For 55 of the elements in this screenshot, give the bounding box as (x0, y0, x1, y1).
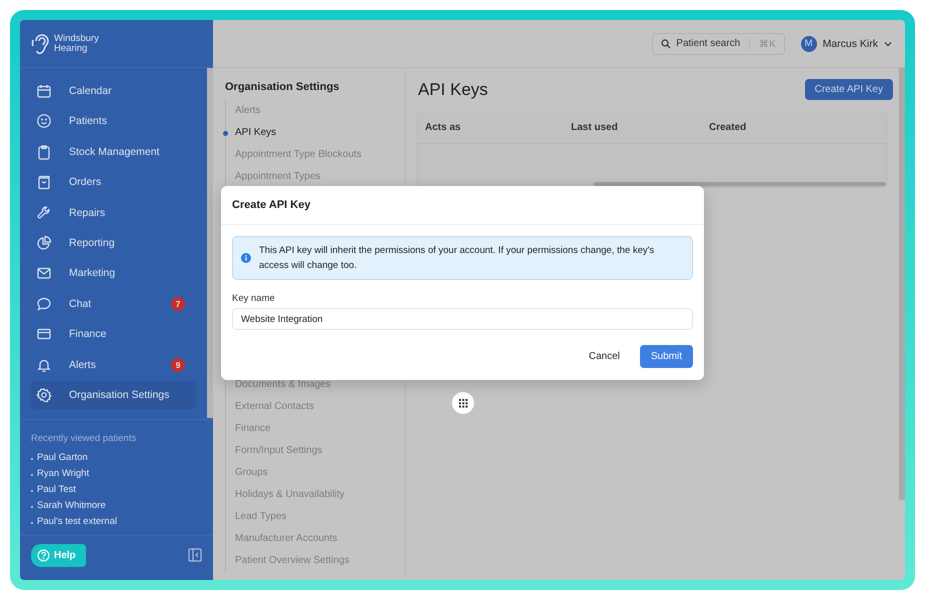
smiley-icon (36, 113, 52, 130)
sidebar-item[interactable]: Orders (31, 168, 196, 196)
user-avatar[interactable]: M (800, 36, 817, 52)
sidebar-item[interactable]: Chat 7 (31, 290, 196, 318)
patient-link[interactable]: Paul's test external (37, 514, 117, 530)
drag-handle-icon[interactable] (452, 392, 474, 414)
sidebar-item[interactable]: Alerts 9 (31, 350, 196, 379)
settings-nav-item[interactable]: API Keys (223, 122, 276, 144)
count-badge: 7 (171, 296, 185, 311)
wrench-icon (36, 204, 52, 221)
brand-name: Windsbury Hearing (54, 34, 100, 54)
info-icon (241, 253, 251, 263)
submit-button[interactable]: Submit (640, 345, 693, 368)
help-icon (37, 548, 50, 562)
ear-logo-icon (31, 32, 51, 56)
sidebar-item[interactable]: Patients (31, 107, 196, 136)
settings-icon (36, 386, 52, 403)
mail-icon (36, 265, 52, 282)
key-name-field[interactable]: Website Integration (232, 308, 693, 330)
cancel-button[interactable]: Cancel (584, 347, 624, 366)
field-label: Key name (232, 293, 276, 304)
pie-chart-icon (36, 234, 52, 251)
search-icon (661, 38, 672, 48)
collapse-sidebar-icon[interactable] (188, 548, 202, 562)
user-name[interactable]: Marcus Kirk (822, 38, 878, 50)
column-header: Last used (564, 112, 702, 144)
info-text: This API key will inherit the permissions of your account. If your permissions change, the key's access will change too. (259, 244, 656, 273)
dialog-title: Create API Key (221, 186, 704, 225)
sidebar-item[interactable]: Calendar (31, 77, 196, 105)
page-title: API Keys (418, 80, 488, 100)
patient-link[interactable]: Sarah Whitmore (37, 498, 106, 514)
sidebar-item[interactable]: Stock Management (31, 138, 196, 166)
scrollbar[interactable] (207, 68, 213, 418)
section-title: Recently viewed patients (31, 433, 138, 444)
scrollbar[interactable] (899, 68, 905, 500)
patient-search-button[interactable]: Patient search ⌘K (652, 32, 785, 54)
patient-link[interactable]: Ryan Wright (37, 466, 90, 482)
count-badge: 9 (171, 358, 185, 372)
bag-icon (36, 174, 52, 190)
column-header: Acts as (418, 112, 564, 144)
column-header: Created (702, 112, 886, 144)
sidebar-item[interactable]: Marketing (31, 259, 196, 288)
patient-link[interactable]: Paul Garton (37, 450, 88, 466)
clipboard-icon (36, 144, 52, 160)
calendar-icon (36, 83, 52, 99)
sidebar-item[interactable]: Finance (31, 320, 196, 348)
patient-link[interactable]: Paul Test (37, 482, 76, 498)
chevron-down-icon[interactable] (884, 40, 892, 46)
settings-title: Organisation Settings (225, 81, 340, 93)
scrollbar[interactable] (594, 182, 886, 186)
create-api-key-button[interactable]: Create API Key (804, 79, 893, 100)
sidebar-item[interactable]: Reporting (31, 228, 196, 257)
chat-icon (36, 296, 52, 312)
sidebar-item[interactable]: Repairs (31, 198, 196, 227)
sidebar-item[interactable]: Organisation Settings (31, 380, 196, 409)
